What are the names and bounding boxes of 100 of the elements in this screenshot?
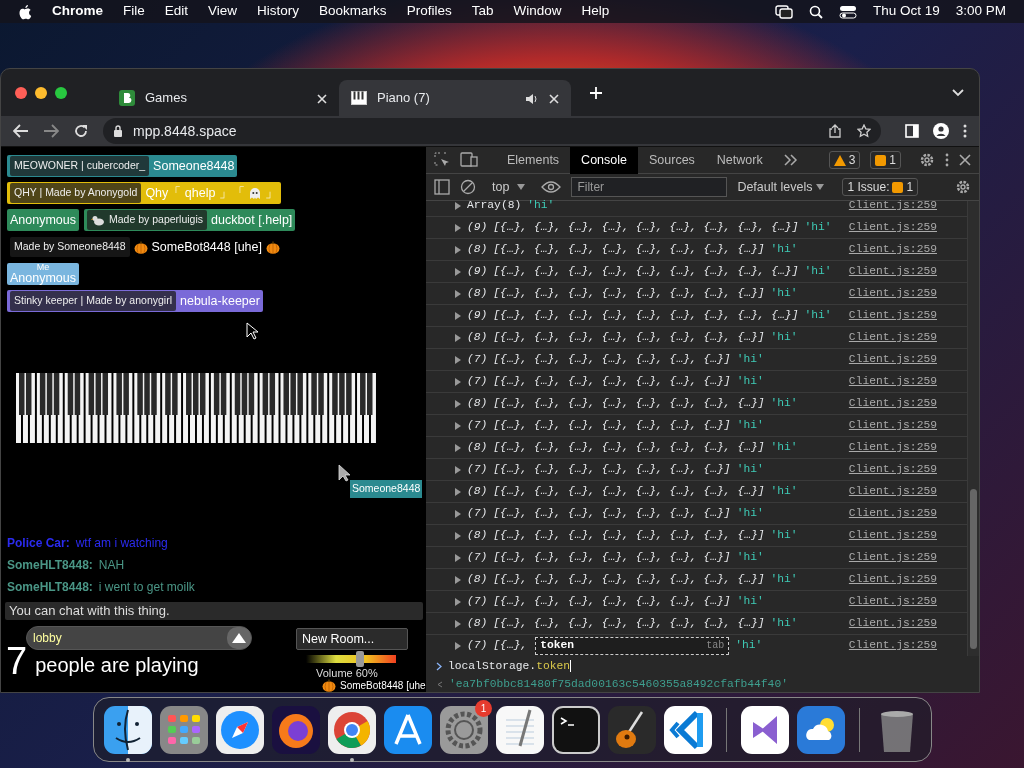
source-link[interactable]: Client.js:259 — [848, 483, 937, 500]
screen-mirroring-icon[interactable] — [774, 4, 793, 19]
settings-icon[interactable] — [955, 179, 971, 195]
back-arrow-icon[interactable] — [13, 124, 29, 138]
source-link[interactable]: Client.js:259 — [848, 461, 937, 478]
scrollbar-thumb[interactable] — [970, 489, 977, 649]
collapsed-triangle-icon[interactable] — [454, 443, 462, 452]
console-log-row[interactable]: (8) [{…}, {…}, {…}, {…}, {…}, {…}, {…}, {…}] 'hi' Client.js:259 — [426, 327, 967, 349]
source-link[interactable]: Client.js:259 — [848, 549, 937, 566]
devtools-tab[interactable]: Console — [570, 146, 638, 174]
chat-input[interactable]: You can chat with this thing. — [5, 601, 423, 620]
more-tabs-chevron-icon[interactable] — [783, 154, 798, 166]
source-link[interactable]: Client.js:259 — [848, 307, 937, 324]
log-levels-select[interactable]: Default levels — [737, 177, 825, 197]
eye-icon[interactable] — [541, 181, 562, 193]
collapsed-triangle-icon[interactable] — [454, 531, 462, 540]
source-link[interactable]: Client.js:259 — [848, 637, 937, 654]
side-panel-icon[interactable] — [905, 124, 919, 138]
collapsed-triangle-icon[interactable] — [454, 245, 462, 254]
menu-item[interactable]: Tab — [471, 1, 494, 22]
collapsed-triangle-icon[interactable] — [454, 201, 462, 210]
share-icon[interactable] — [829, 124, 841, 138]
collapsed-triangle-icon[interactable] — [454, 399, 462, 408]
piano-keyboard-drawing[interactable] — [15, 373, 377, 444]
console-log-row[interactable]: (9) [{…}, {…}, {…}, {…}, {…}, {…}, {…}, {…}, {…}] 'hi' Client.js:259 — [426, 217, 967, 239]
collapsed-triangle-icon[interactable] — [454, 289, 462, 298]
participant-badge[interactable]: QHY | Made by Anonygold Qhy「 qhelp 」「 」 — [7, 182, 281, 204]
source-link[interactable]: Client.js:259 — [848, 351, 937, 368]
collapsed-triangle-icon[interactable] — [454, 465, 462, 474]
menu-item[interactable]: View — [208, 1, 238, 22]
fox-globe-icon[interactable] — [272, 705, 320, 754]
clear-console-icon[interactable] — [460, 179, 476, 195]
console-log-row[interactable]: (8) [{…}, {…}, {…}, {…}, {…}, {…}, {…}, {…}] 'hi' Client.js:259 — [426, 393, 967, 415]
collapsed-triangle-icon[interactable] — [454, 619, 462, 628]
collapsed-triangle-icon[interactable] — [454, 641, 462, 650]
toggle-switches-icon[interactable] — [838, 4, 857, 19]
console-log-row[interactable]: (7) [{…}, {…}, {…}, {…}, {…}, {…}, {…}] 'hi' Client.js:259 — [426, 459, 967, 481]
cloud-sun-icon[interactable] — [796, 705, 845, 754]
menubar-date[interactable]: Thu Oct 19 — [872, 1, 940, 22]
profile-icon[interactable] — [933, 123, 949, 139]
participant-badge[interactable]: Made by paperluigis duckbot [.help] — [84, 209, 296, 231]
console-log-row[interactable]: (7) [{…}, {…}, {…}, {…}, {…}, {…}, {…}] 'hi' Client.js:259 — [426, 547, 967, 569]
collapsed-triangle-icon[interactable] — [454, 575, 462, 584]
collapsed-triangle-icon[interactable] — [454, 311, 462, 320]
collapsed-triangle-icon[interactable] — [454, 267, 462, 276]
source-link[interactable]: Client.js:259 — [848, 439, 937, 456]
chevron-down-icon[interactable] — [951, 87, 965, 98]
collapsed-triangle-icon[interactable] — [454, 377, 462, 386]
notepad-pen-icon[interactable] — [496, 705, 544, 754]
devtools-tab[interactable]: Elements — [496, 146, 571, 174]
issues-counter[interactable]: 1 Issue: 1 — [842, 178, 919, 196]
app-menu[interactable]: Chrome — [52, 1, 103, 22]
source-link[interactable]: Client.js:259 — [848, 395, 937, 412]
source-link[interactable]: Client.js:259 — [848, 571, 937, 588]
filter-field[interactable]: Filter — [571, 177, 728, 197]
more-icon[interactable] — [963, 124, 967, 138]
console-log-row[interactable]: (7) [{…}, {…}, {…}, {…}, {…}, {…}, {…}] 'hi' Client.js:259 — [426, 349, 967, 371]
guitar-icon[interactable] — [608, 705, 656, 754]
source-link[interactable]: Client.js:259 — [848, 241, 937, 258]
collapsed-triangle-icon[interactable] — [454, 487, 462, 496]
source-link[interactable]: Client.js:259 — [848, 505, 937, 522]
console-log-row[interactable]: (7) [{…}, {…}, {…}, {…}, {…}, {…}, {…}] 'hi' Client.js:259 — [426, 503, 967, 525]
menu-item[interactable]: Profiles — [406, 1, 452, 22]
source-link[interactable]: Client.js:259 — [848, 593, 937, 610]
autocomplete-popup[interactable]: token tab — [535, 636, 730, 655]
console-log-row[interactable]: (7) [{…}, {…}, {…}, {…}, {…}, {…}, {…}] 'hi' Client.js:259 — [426, 371, 967, 393]
messages-counter[interactable]: 1 — [870, 151, 901, 169]
source-link[interactable]: Client.js:259 — [848, 285, 937, 302]
participant-badge[interactable]: MEOWONER | cubercoder_ Someone8448 — [7, 155, 238, 177]
menu-item[interactable]: File — [123, 1, 145, 22]
source-link[interactable]: Client.js:259 — [848, 263, 937, 280]
warnings-counter[interactable]: 3 — [828, 151, 861, 169]
finder-face-icon[interactable] — [104, 705, 152, 754]
close-window-button[interactable] — [15, 86, 27, 99]
console-log-row[interactable]: (8) [{…}, {…}, {…}, {…}, {…}, {…}, {…}, {…}] 'hi' Client.js:259 — [426, 239, 967, 261]
address-bar[interactable]: mpp.8448.space — [103, 118, 881, 144]
source-link[interactable]: Client.js:259 — [848, 219, 937, 236]
circle-logo-icon[interactable] — [328, 705, 376, 754]
gear-icon[interactable] — [440, 705, 488, 754]
device-toolbar-icon[interactable] — [460, 152, 478, 168]
reload-icon[interactable] — [73, 123, 89, 139]
collapsed-triangle-icon[interactable] — [454, 553, 462, 562]
source-link[interactable]: Client.js:259 — [848, 615, 937, 632]
forward-arrow-icon[interactable] — [43, 124, 59, 138]
console-log-row[interactable]: (9) [{…}, {…}, {…}, {…}, {…}, {…}, {…}, {…}, {…}] 'hi' Client.js:259 — [426, 305, 967, 327]
browser-tab[interactable]: Piano (7) — [339, 80, 571, 116]
menu-item[interactable]: History — [257, 1, 300, 22]
volume-thumb[interactable] — [356, 651, 364, 667]
volume-slider[interactable] — [306, 651, 396, 667]
app-grid-icon[interactable] — [160, 705, 208, 754]
infinity-logo-icon[interactable] — [740, 705, 789, 754]
letter-a-icon[interactable] — [384, 705, 432, 754]
terminal-prompt-icon[interactable] — [552, 705, 600, 754]
participant-badge[interactable]: Made by Someone8448 SomeBot8448 [uhe] — [7, 236, 283, 258]
collapsed-triangle-icon[interactable] — [454, 421, 462, 430]
collapsed-triangle-icon[interactable] — [454, 223, 462, 232]
console-log-row[interactable]: (8) [{…}, {…}, {…}, {…}, {…}, {…}, {…}, {…}] 'hi' Client.js:259 — [426, 613, 967, 635]
console-log-row[interactable]: (7) [{…}, {…}, {…}, {…}, {…}, {…}, {…}] 'hi' Client.js:259 — [426, 591, 967, 613]
source-link[interactable]: Client.js:259 — [848, 373, 937, 390]
collapsed-triangle-icon[interactable] — [454, 597, 462, 606]
